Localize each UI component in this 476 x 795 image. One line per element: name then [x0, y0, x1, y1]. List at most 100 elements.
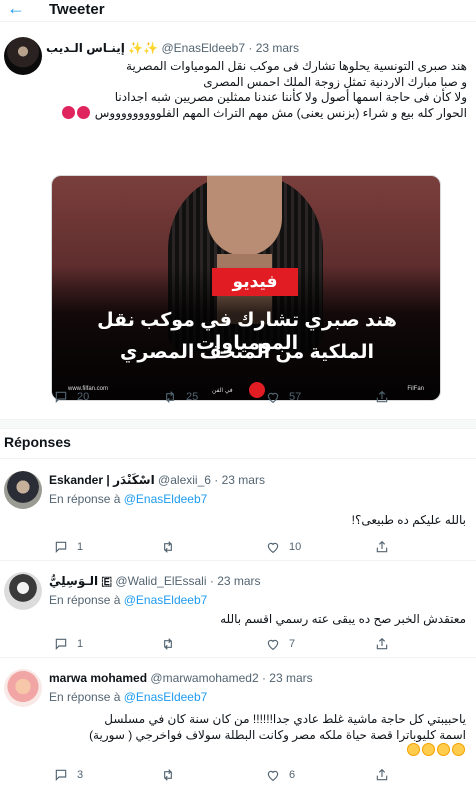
tweet-date[interactable]: · 23 mars [262, 671, 313, 685]
author-name[interactable]: الـوَسِلِيُّ 🇪 [49, 574, 112, 588]
in-reply-label: En réponse à [49, 492, 121, 506]
media-headline: الملكية من المتحف المصري [120, 342, 374, 363]
main-tweet[interactable]: إينـاس الـديب ✨✨ @EnasEldeeb7 · 23 mars … [0, 27, 476, 417]
avatar[interactable] [4, 669, 42, 707]
reply-text: معتقدش الخبر صح ده يبقى عته رسمي اقسم با… [50, 612, 466, 628]
reply-button[interactable]: 1 [53, 635, 83, 653]
laughing-emoji-icon [422, 743, 435, 756]
laughing-emoji-icon [437, 743, 450, 756]
avatar[interactable] [4, 572, 42, 610]
reply-text-line: اسمة كليوباترا قصة حياة ملكه مصر وكانت ا… [89, 727, 466, 742]
retweet-icon [164, 638, 172, 650]
reply-tweet[interactable]: الـوَسِلِيُّ 🇪 @Walid_ElEssali · 23 mars… [0, 563, 476, 657]
like-icon [267, 770, 279, 782]
tweet-text-line: ولا كأن فى حاجة اسمها أصول ولا كأننا عند… [114, 90, 467, 104]
retweet-button[interactable] [160, 635, 184, 653]
arrow-left-icon[interactable]: ← [7, 0, 25, 18]
share-icon [376, 768, 388, 781]
reply-button[interactable]: 20 [53, 388, 89, 406]
reply-icon [55, 769, 67, 782]
retweet-button[interactable]: 25 [162, 388, 198, 406]
retweet-icon [164, 541, 172, 553]
share-button[interactable] [374, 388, 390, 406]
divider [0, 657, 476, 658]
reply-text: ياحبيبتي كل حاجة ماشية غلط عادي جدا!!!!!… [50, 712, 466, 759]
retweet-icon [166, 391, 174, 403]
reply-count: 20 [77, 391, 90, 403]
reply-text-line: بالله عليكم ده طبيعى؟! [351, 513, 466, 527]
in-reply-handle[interactable]: @EnasEldeeb7 [124, 690, 208, 704]
share-button[interactable] [374, 538, 390, 556]
author-name[interactable]: Eskander | اسْكَنْدَر [49, 473, 155, 487]
in-reply-handle[interactable]: @EnasEldeeb7 [124, 492, 208, 506]
video-label: فيديو [212, 268, 298, 296]
author-handle[interactable]: @alexii_6 [158, 473, 211, 487]
like-button[interactable]: 10 [265, 538, 301, 556]
author-handle[interactable]: @marwamohamed2 [150, 671, 258, 685]
share-icon [376, 390, 388, 403]
reply-count: 1 [77, 638, 84, 650]
divider [0, 560, 476, 561]
retweet-button[interactable] [160, 538, 184, 556]
in-reply-to: En réponse à @EnasEldeeb7 [49, 492, 207, 506]
section-spacer [0, 419, 476, 429]
laughing-emoji-icon [407, 743, 420, 756]
share-button[interactable] [374, 635, 390, 653]
author-handle[interactable]: @EnasEldeeb7 [161, 41, 245, 55]
reply-text-line: معتقدش الخبر صح ده يبقى عته رسمي اقسم با… [220, 612, 466, 626]
reply-icon [55, 391, 67, 404]
avatar[interactable] [4, 471, 42, 509]
reply-button[interactable]: 1 [53, 538, 83, 556]
tweet-date[interactable]: · 23 mars [210, 574, 261, 588]
like-icon [267, 392, 279, 404]
divider [0, 458, 476, 459]
share-button[interactable] [374, 766, 390, 784]
like-icon [267, 639, 279, 651]
like-button[interactable]: 57 [265, 388, 301, 406]
like-icon [267, 542, 279, 554]
in-reply-to: En réponse à @EnasEldeeb7 [49, 690, 207, 704]
in-reply-handle[interactable]: @EnasEldeeb7 [124, 593, 208, 607]
tweet-header: إينـاس الـديب ✨✨ @EnasEldeeb7 · 23 mars [46, 41, 471, 57]
emoji-row [50, 743, 466, 759]
reply-header: marwa mohamed @marwamohamed2 · 23 mars [49, 671, 469, 687]
reply-tweet[interactable]: Eskander | اسْكَنْدَر @alexii_6 · 23 mar… [0, 462, 476, 560]
author-name[interactable]: إينـاس الـديب ✨✨ [46, 41, 158, 55]
like-count: 57 [289, 391, 302, 403]
replies-title: Réponses [4, 434, 71, 450]
author-name[interactable]: marwa mohamed [49, 671, 147, 685]
top-bar: ← Tweeter [0, 0, 476, 22]
page-title: Tweeter [49, 1, 105, 18]
tweet-media[interactable]: فيديو هند صبري تشارك في موكب نقل الموميا… [51, 175, 441, 401]
in-reply-to: En réponse à @EnasEldeeb7 [49, 593, 207, 607]
angry-emoji-icon [62, 105, 76, 119]
portrait-face [207, 176, 282, 256]
tweet-text-line: هند صبرى التونسية يحلوها تشارك فى موكب ن… [126, 59, 467, 73]
reply-actions: 3 6 [53, 766, 473, 784]
in-reply-label: En réponse à [49, 690, 121, 704]
reply-tweet[interactable]: marwa mohamed @marwamohamed2 · 23 mars E… [0, 660, 476, 792]
tweet-date[interactable]: · 23 mars [214, 473, 265, 487]
like-count: 10 [289, 541, 302, 553]
tweet-actions: 20 25 57 [53, 388, 473, 406]
reply-count: 1 [77, 541, 84, 553]
tweet-text-line-with-emoji: الحوار كله بيع و شراء (بزنس يعنى) مش مهم… [52, 105, 467, 122]
reply-text: بالله عليكم ده طبيعى؟! [50, 513, 466, 529]
like-button[interactable]: 7 [265, 635, 295, 653]
tweet-text: هند صبرى التونسية يحلوها تشارك فى موكب ن… [52, 59, 467, 121]
reply-count: 3 [77, 769, 84, 781]
author-handle[interactable]: @Walid_ElEssali [115, 574, 206, 588]
retweet-button[interactable] [160, 766, 184, 784]
in-reply-label: En réponse à [49, 593, 121, 607]
reply-text-line: ياحبيبتي كل حاجة ماشية غلط عادي جدا!!!!!… [104, 712, 466, 726]
reply-icon [55, 541, 67, 554]
retweet-icon [164, 769, 172, 781]
reply-button[interactable]: 3 [53, 766, 83, 784]
tweet-date[interactable]: · 23 mars [248, 41, 299, 55]
reply-header: الـوَسِلِيُّ 🇪 @Walid_ElEssali · 23 mars [49, 574, 469, 590]
avatar[interactable] [4, 37, 42, 75]
reply-actions: 1 7 [53, 635, 473, 653]
like-button[interactable]: 6 [265, 766, 295, 784]
tweet-text-line: و صبا مبارك الاردنية تمثل زوجة الملك احم… [203, 74, 467, 89]
share-icon [376, 637, 388, 650]
